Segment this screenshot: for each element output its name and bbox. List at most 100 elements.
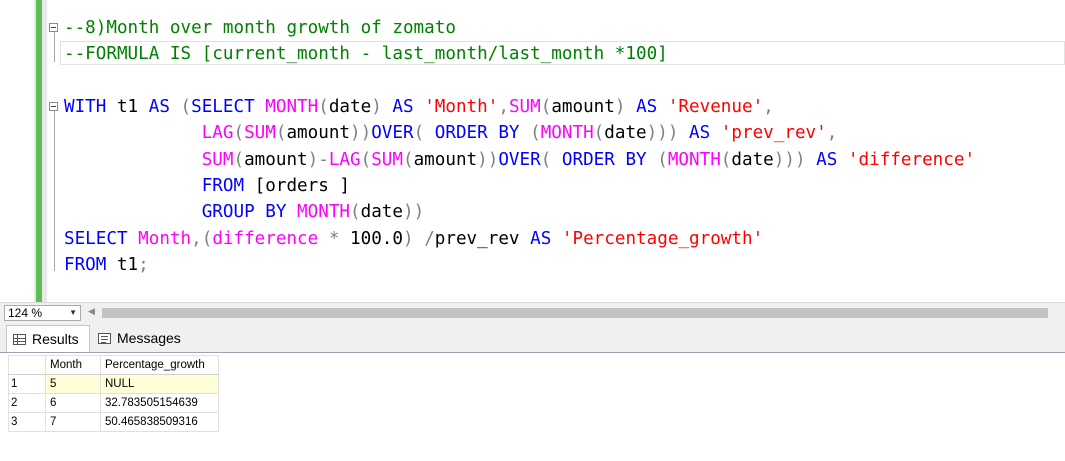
cell-month[interactable]: 7 — [45, 412, 101, 432]
sql-editor[interactable]: --8)Month over month growth of zomato --F… — [0, 0, 1065, 302]
code-line[interactable]: LAG(SUM(amount))OVER( ORDER BY (MONTH(da… — [64, 120, 838, 146]
code-line[interactable]: FROM [orders ] — [64, 173, 350, 199]
code-token: amount — [551, 97, 615, 117]
code-line[interactable]: --FORMULA IS [current_month - last_month… — [64, 41, 668, 67]
code-token: ( — [402, 150, 414, 170]
code-token: OVER — [371, 123, 414, 143]
code-token: , — [826, 123, 838, 143]
table-row[interactable]: 3 7 50.465838509316 — [8, 412, 219, 432]
code-token: [orders ] — [244, 176, 351, 196]
code-line[interactable]: FROM t1; — [64, 252, 149, 278]
code-token: ,( — [191, 229, 213, 249]
tab-messages-label: Messages — [117, 330, 181, 346]
row-number[interactable]: 2 — [8, 393, 46, 413]
code-token: 'prev_rev' — [720, 123, 827, 143]
collapse-toggle[interactable] — [49, 102, 58, 111]
code-token: ) — [403, 229, 414, 249]
horizontal-scrollbar-thumb[interactable] — [102, 308, 1048, 318]
table-row[interactable]: 2 6 32.783505154639 — [8, 393, 219, 413]
code-token: AS — [530, 229, 552, 249]
code-token: LAG — [201, 123, 234, 143]
cell-percentage-growth[interactable]: NULL — [100, 374, 219, 394]
code-token: ))) — [646, 123, 679, 143]
outline-line — [54, 111, 55, 271]
code-token: ( — [180, 97, 192, 117]
code-token: --FORMULA IS [current_month - last_month… — [64, 44, 668, 64]
zoom-dropdown[interactable]: 124 % ▼ — [4, 305, 81, 321]
row-number[interactable]: 3 — [8, 412, 46, 432]
code-token: ( — [233, 123, 245, 143]
code-token: t1 — [106, 255, 139, 275]
code-token: AS — [148, 97, 170, 117]
cell-percentage-growth[interactable]: 50.465838509316 — [100, 412, 219, 432]
code-token: --8)Month over month growth of zomato — [64, 18, 456, 38]
code-token: amount — [244, 150, 308, 170]
code-token: MONTH — [540, 123, 594, 143]
code-token: 100.0 — [339, 229, 403, 249]
code-token: AS — [689, 123, 711, 143]
cell-month[interactable]: 5 — [45, 374, 101, 394]
code-line[interactable]: WITH t1 AS (SELECT MONTH(date) AS 'Month… — [64, 94, 774, 120]
code-token: AS — [816, 150, 838, 170]
column-header-percentage-growth[interactable]: Percentage_growth — [100, 355, 219, 375]
code-token: ( — [318, 97, 329, 117]
code-token: ; — [138, 255, 149, 275]
code-token: SUM — [244, 123, 276, 143]
code-token: SUM — [201, 150, 234, 170]
code-token: prev_rev — [434, 229, 531, 249]
code-token: / — [424, 229, 435, 249]
tab-results[interactable]: Results — [6, 325, 90, 352]
results-grid: Month Percentage_growth 1 5 NULL 2 6 32.… — [8, 355, 219, 432]
code-token: ( — [593, 123, 605, 143]
code-token: ( — [350, 202, 361, 222]
code-token: ( — [540, 150, 552, 170]
tab-messages[interactable]: Messages — [92, 325, 184, 351]
row-number-header[interactable] — [8, 355, 46, 375]
code-line[interactable]: SELECT Month,(difference * 100.0) /prev_… — [64, 226, 763, 252]
code-token: ) — [614, 97, 626, 117]
code-token: OVER — [498, 150, 541, 170]
results-grid-pane: Month Percentage_growth 1 5 NULL 2 6 32.… — [0, 353, 1065, 461]
cell-month[interactable]: 6 — [45, 393, 101, 413]
code-token: * — [328, 229, 340, 249]
collapse-toggle[interactable] — [49, 23, 58, 32]
code-line[interactable]: SUM(amount)-LAG(SUM(amount))OVER( ORDER … — [64, 147, 975, 173]
code-token: )- — [307, 150, 329, 170]
code-line[interactable]: --8)Month over month growth of zomato — [64, 15, 456, 41]
code-token: date — [328, 97, 372, 117]
code-token: LAG — [328, 150, 361, 170]
code-token: )) — [402, 202, 425, 222]
code-line[interactable]: GROUP BY MONTH(date)) — [64, 199, 424, 225]
row-number[interactable]: 1 — [8, 374, 46, 394]
code-token: SUM — [371, 150, 403, 170]
column-header-month[interactable]: Month — [45, 355, 101, 375]
code-token: ( — [720, 150, 732, 170]
table-row[interactable]: 1 5 NULL — [8, 374, 219, 394]
code-token: SELECT — [191, 97, 255, 117]
code-token: ORDER BY — [561, 150, 647, 170]
outline-line — [54, 32, 55, 62]
triangle-left-icon[interactable]: ◀ — [88, 307, 95, 317]
header-row: Month Percentage_growth — [8, 355, 219, 375]
code-token: t1 — [106, 97, 149, 117]
code-token: ( — [413, 123, 425, 143]
cell-percentage-growth[interactable]: 32.783505154639 — [100, 393, 219, 413]
code-token: date — [731, 150, 774, 170]
grid-icon — [13, 333, 26, 345]
code-token: ( — [540, 97, 552, 117]
chevron-down-icon: ▼ — [69, 308, 77, 317]
